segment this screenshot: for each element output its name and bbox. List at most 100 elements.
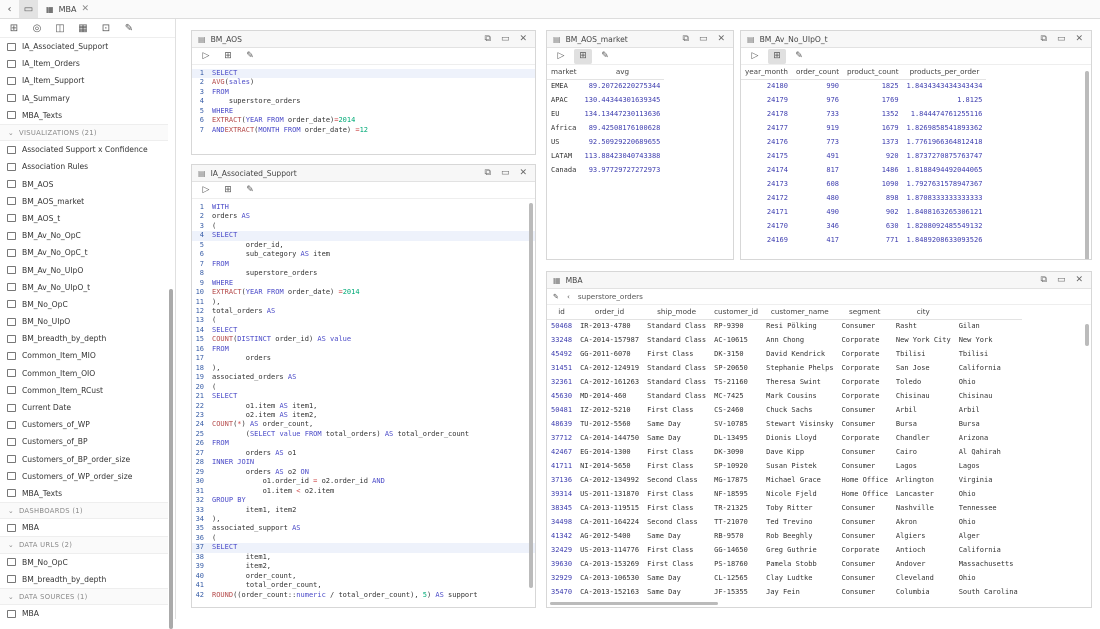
- table-cell[interactable]: South Carolina: [955, 585, 1022, 599]
- sidebar-scrollbar[interactable]: [169, 289, 173, 629]
- table-cell[interactable]: Arlington: [892, 473, 955, 487]
- sidebar-item[interactable]: Common_Item_OIO: [0, 365, 168, 382]
- new-source-icon[interactable]: ⊡: [95, 19, 117, 37]
- sidebar-item[interactable]: MBA_Texts: [0, 107, 168, 124]
- table-cell[interactable]: 1.8269858541893362: [903, 121, 987, 135]
- table-cell[interactable]: 24178: [741, 107, 792, 121]
- column-header[interactable]: segment: [837, 305, 892, 320]
- table-cell[interactable]: Ohio: [955, 375, 1022, 389]
- column-header[interactable]: ship_mode: [643, 305, 711, 320]
- table-cell[interactable]: Consumer: [838, 445, 892, 459]
- table-cell[interactable]: 608: [792, 177, 843, 191]
- open-icon[interactable]: ⧉: [485, 34, 491, 44]
- table-cell[interactable]: 346: [792, 219, 843, 233]
- table-cell[interactable]: Consumer: [838, 571, 892, 585]
- back-icon[interactable]: ‹: [0, 0, 19, 18]
- table-row[interactable]: APAC 130.44344301639345: [547, 93, 664, 107]
- table-cell[interactable]: 41342: [547, 529, 576, 543]
- table-cell[interactable]: Jay Fein: [762, 585, 837, 599]
- table-cell[interactable]: 39630: [547, 557, 576, 571]
- column-header[interactable]: [954, 305, 1022, 320]
- sidebar-item[interactable]: IA_Associated_Support: [0, 38, 168, 55]
- table-cell[interactable]: Consumer: [838, 459, 892, 473]
- table-cell[interactable]: First Class: [643, 557, 710, 571]
- table-cell[interactable]: Corporate: [838, 431, 892, 445]
- sidebar-item[interactable]: Customers_of_BP_order_size: [0, 451, 168, 468]
- table-cell[interactable]: Arizona: [955, 431, 1022, 445]
- table-cell[interactable]: 24172: [741, 191, 792, 205]
- sidebar-item[interactable]: BM_Av_No_UIpO_t: [0, 279, 168, 296]
- table-row[interactable]: 45492 GG-2011-6070 First Class DK-3150 David…: [547, 347, 1022, 361]
- table-cell[interactable]: 37712: [547, 431, 576, 445]
- table-cell[interactable]: TS-21160: [710, 375, 762, 389]
- table-row[interactable]: 24170 346 630 1.8208092485549132: [741, 219, 986, 233]
- table-cell[interactable]: Clay Ludtke: [762, 571, 837, 585]
- table-cell[interactable]: 130.44344301639345: [581, 93, 665, 107]
- sidebar-item[interactable]: Customers_of_WP: [0, 416, 168, 433]
- close-tab-icon[interactable]: ✕: [81, 4, 89, 14]
- table-cell[interactable]: Pamela Stobb: [762, 557, 837, 571]
- open-icon[interactable]: ⧉: [1041, 34, 1047, 44]
- table-cell[interactable]: Corporate: [838, 333, 892, 347]
- table-cell[interactable]: 42467: [547, 445, 576, 459]
- table-cell[interactable]: DK-3150: [710, 347, 762, 361]
- table-cell[interactable]: 113.88423040743388: [581, 149, 665, 163]
- table-view-icon[interactable]: ⊞: [219, 183, 237, 198]
- table-cell[interactable]: 490: [792, 205, 843, 219]
- table-cell[interactable]: 1.8208092485549132: [903, 219, 987, 233]
- table-cell[interactable]: DL-13495: [710, 431, 762, 445]
- table-cell[interactable]: IZ-2012-5210: [576, 403, 643, 417]
- tab-mba[interactable]: ▦ MBA ✕: [38, 0, 97, 18]
- table-row[interactable]: 24176 773 1373 1.7761966364812418: [741, 135, 986, 149]
- table-row[interactable]: 37712 CA-2014-144750 Same Day DL-13495 Dioni…: [547, 431, 1022, 445]
- table-cell[interactable]: Theresa Swint: [762, 375, 837, 389]
- sidebar-item[interactable]: BM_No_UIpO: [0, 313, 168, 330]
- table-cell[interactable]: Consumer: [838, 515, 892, 529]
- table-cell[interactable]: Consumer: [838, 417, 892, 431]
- table-cell[interactable]: Corporate: [838, 543, 892, 557]
- table-cell[interactable]: Michael Grace: [762, 473, 837, 487]
- sidebar-item[interactable]: BM_breadth_by_depth: [0, 330, 168, 347]
- table-cell[interactable]: Consumer: [838, 403, 892, 417]
- table-cell[interactable]: Home Office: [838, 487, 892, 501]
- table-cell[interactable]: Bursa: [955, 417, 1022, 431]
- table-cell[interactable]: 32429: [547, 543, 576, 557]
- table-cell[interactable]: Susan Pistek: [762, 459, 837, 473]
- table-cell[interactable]: 24176: [741, 135, 792, 149]
- table-cell[interactable]: Lagos: [955, 459, 1022, 473]
- table-cell[interactable]: David Kendrick: [762, 347, 837, 361]
- table-cell[interactable]: 1769: [843, 93, 903, 107]
- table-cell[interactable]: GG-2011-6070: [576, 347, 643, 361]
- sidebar-item[interactable]: Association Rules: [0, 158, 168, 175]
- edit-icon[interactable]: ✎: [790, 49, 808, 64]
- new-table-icon[interactable]: ⊞: [3, 19, 25, 37]
- run-icon[interactable]: ▷: [197, 49, 215, 64]
- table-view-icon[interactable]: ⊞: [768, 48, 786, 64]
- table-row[interactable]: 24179 976 1769 1.8125: [741, 93, 986, 107]
- table-cell[interactable]: Toby Ritter: [762, 501, 837, 515]
- table-cell[interactable]: MC-7425: [710, 389, 762, 403]
- table-cell[interactable]: 773: [792, 135, 843, 149]
- table-cell[interactable]: San Jose: [892, 361, 955, 375]
- table-cell[interactable]: Antioch: [892, 543, 955, 557]
- table-cell[interactable]: Home Office: [838, 473, 892, 487]
- table-cell[interactable]: MG-17875: [710, 473, 762, 487]
- table-cell[interactable]: 24171: [741, 205, 792, 219]
- table-cell[interactable]: Greg Guthrie: [762, 543, 837, 557]
- new-dashboard-icon[interactable]: ▦: [72, 19, 94, 37]
- table-cell[interactable]: 24179: [741, 93, 792, 107]
- table-row[interactable]: 35470 CA-2013-152163 Same Day JF-15355 Jay F…: [547, 585, 1022, 599]
- table-cell[interactable]: EU: [547, 107, 581, 121]
- table-cell[interactable]: 480: [792, 191, 843, 205]
- table-row[interactable]: EU 134.13447230113636: [547, 107, 664, 121]
- column-header[interactable]: customer_name: [762, 305, 838, 320]
- table-cell[interactable]: 50468: [547, 319, 576, 333]
- sidebar-section[interactable]: ⌄ DATA URLS (2): [0, 536, 168, 554]
- table-cell[interactable]: Chisinau: [955, 389, 1022, 403]
- table-cell[interactable]: California: [955, 361, 1022, 375]
- table-cell[interactable]: 39314: [547, 487, 576, 501]
- table-cell[interactable]: 1.8737270875763747: [903, 149, 987, 163]
- table-cell[interactable]: Ohio: [955, 571, 1022, 585]
- table-cell[interactable]: 32929: [547, 571, 576, 585]
- table-cell[interactable]: 919: [792, 121, 843, 135]
